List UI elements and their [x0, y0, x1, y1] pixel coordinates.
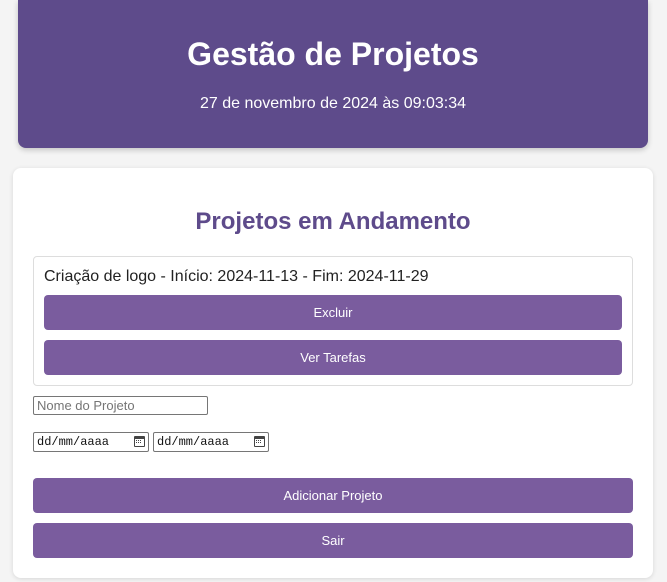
calendar-icon[interactable]: [134, 436, 145, 447]
start-date-input[interactable]: dd/mm/aaaa: [33, 432, 149, 452]
project-card: Criação de logo - Início: 2024-11-13 - F…: [33, 256, 633, 386]
page-title: Gestão de Projetos: [187, 36, 479, 72]
project-name-input[interactable]: [33, 396, 208, 415]
delete-project-button[interactable]: Excluir: [44, 295, 622, 330]
section-title: Projetos em Andamento: [195, 208, 471, 235]
calendar-icon[interactable]: [254, 436, 265, 447]
view-tasks-button[interactable]: Ver Tarefas: [44, 340, 622, 375]
current-datetime: 27 de novembro de 2024 às 09:03:34: [200, 95, 466, 112]
end-date-placeholder: dd/mm/aaaa: [157, 435, 230, 449]
start-date-placeholder: dd/mm/aaaa: [37, 435, 110, 449]
app-header: Gestão de Projetos 27 de novembro de 202…: [18, 0, 648, 148]
add-project-button[interactable]: Adicionar Projeto: [33, 478, 633, 513]
exit-button[interactable]: Sair: [33, 523, 633, 558]
end-date-input[interactable]: dd/mm/aaaa: [153, 432, 269, 452]
projects-panel: Projetos em Andamento Criação de logo - …: [13, 168, 653, 578]
project-summary: Criação de logo - Início: 2024-11-13 - F…: [44, 268, 429, 285]
